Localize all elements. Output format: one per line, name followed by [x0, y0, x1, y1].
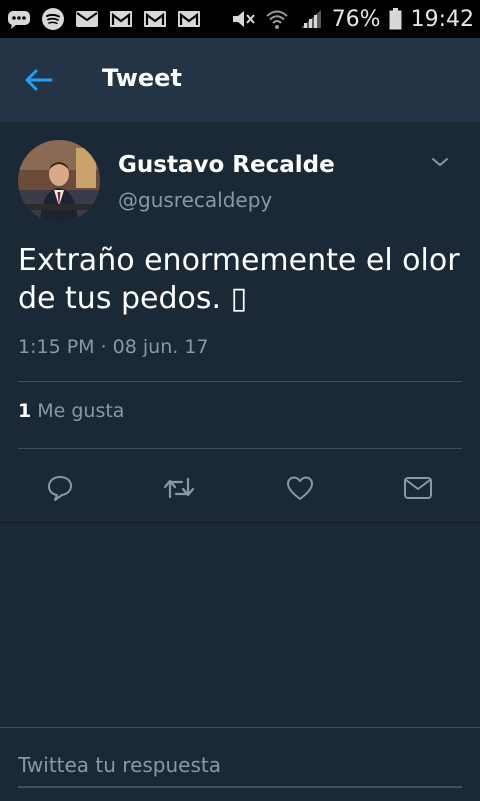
likes-summary[interactable]: 1 Me gusta	[18, 400, 124, 422]
author-handle[interactable]: @gusrecaldepy	[118, 188, 272, 212]
back-arrow-icon	[25, 69, 53, 91]
status-bar: 76% 19:42	[0, 0, 480, 38]
direct-message-button[interactable]	[398, 468, 438, 508]
gmail-icon	[142, 7, 168, 31]
reply-bar	[0, 727, 480, 801]
battery-percent: 76%	[331, 6, 381, 32]
gmail-icon	[108, 7, 134, 31]
messenger-icon	[6, 7, 32, 31]
clock: 19:42	[410, 6, 474, 32]
heart-icon	[287, 476, 313, 500]
battery-icon	[389, 7, 403, 31]
tweet-actions	[0, 468, 480, 508]
likes-label: Me gusta	[37, 400, 125, 422]
app-bar: Tweet	[0, 38, 480, 123]
reply-button[interactable]	[40, 468, 80, 508]
chevron-down-icon	[432, 158, 448, 166]
mute-icon	[230, 7, 256, 31]
notification-icons	[6, 7, 202, 31]
tweet-text: Extraño enormemente el olor de tus pedos…	[18, 243, 460, 316]
tweet-timestamp: 1:15 PM · 08 jun. 17	[18, 336, 209, 358]
mail-icon	[74, 7, 100, 31]
signal-icon	[298, 7, 324, 31]
author-name[interactable]: Gustavo Recalde	[118, 152, 335, 178]
system-indicators: 76% 19:42	[230, 0, 474, 38]
likes-count: 1	[18, 400, 32, 422]
tweet-options-button[interactable]	[428, 150, 452, 174]
reply-icon	[48, 476, 72, 501]
reply-input-underline	[18, 786, 462, 788]
like-button[interactable]	[280, 468, 320, 508]
reply-input[interactable]	[18, 750, 462, 780]
page-title: Tweet	[102, 64, 182, 92]
divider	[18, 381, 462, 382]
tweet-detail: Gustavo Recalde @gusrecaldepy Extraño en…	[0, 122, 480, 523]
avatar[interactable]	[18, 140, 100, 222]
retweet-icon	[163, 477, 195, 499]
back-button[interactable]	[18, 62, 58, 98]
envelope-icon	[404, 477, 432, 499]
divider	[18, 448, 462, 449]
spotify-icon	[40, 7, 66, 31]
gmail-icon	[176, 7, 202, 31]
retweet-button[interactable]	[159, 468, 199, 508]
wifi-icon	[264, 7, 290, 31]
